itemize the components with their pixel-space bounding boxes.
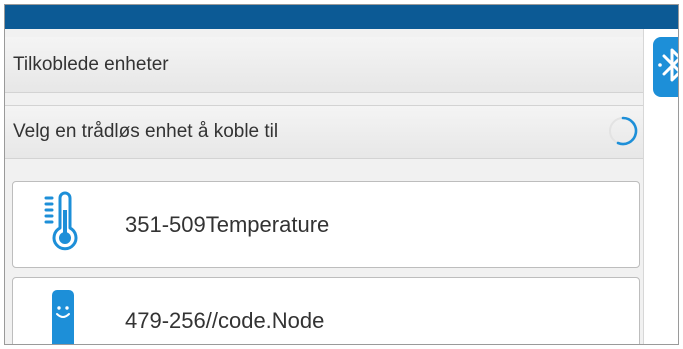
device-id: 479-256: [125, 307, 206, 333]
device-id: 351-509: [125, 211, 206, 237]
device-label: 479-256 //code.Node: [125, 278, 325, 344]
loading-spinner-icon: [609, 116, 638, 146]
device-item-temperature[interactable]: 351-509 Temperature: [12, 181, 640, 268]
available-devices-header: Velg en trådløs enhet å koble til: [5, 105, 643, 159]
device-name: //code.Node: [205, 307, 325, 333]
device-panel: Tilkoblede enheter Velg en trådløs enhet…: [5, 29, 643, 344]
bluetooth-button[interactable]: [653, 37, 678, 97]
title-bar: [5, 5, 678, 29]
bluetooth-icon: [658, 48, 678, 82]
device-name: Temperature: [205, 211, 330, 237]
thermometer-icon: [44, 191, 78, 251]
connected-devices-header: Tilkoblede enheter: [5, 37, 643, 93]
code-node-icon: [52, 290, 74, 344]
device-item-code-node[interactable]: 479-256 //code.Node: [12, 277, 640, 344]
device-label: 351-509 Temperature: [125, 182, 329, 267]
connected-devices-title: Tilkoblede enheter: [13, 53, 169, 75]
side-area: [643, 29, 678, 344]
app-window: Tilkoblede enheter Velg en trådløs enhet…: [4, 4, 679, 345]
available-devices-title: Velg en trådløs enhet å koble til: [13, 121, 279, 142]
